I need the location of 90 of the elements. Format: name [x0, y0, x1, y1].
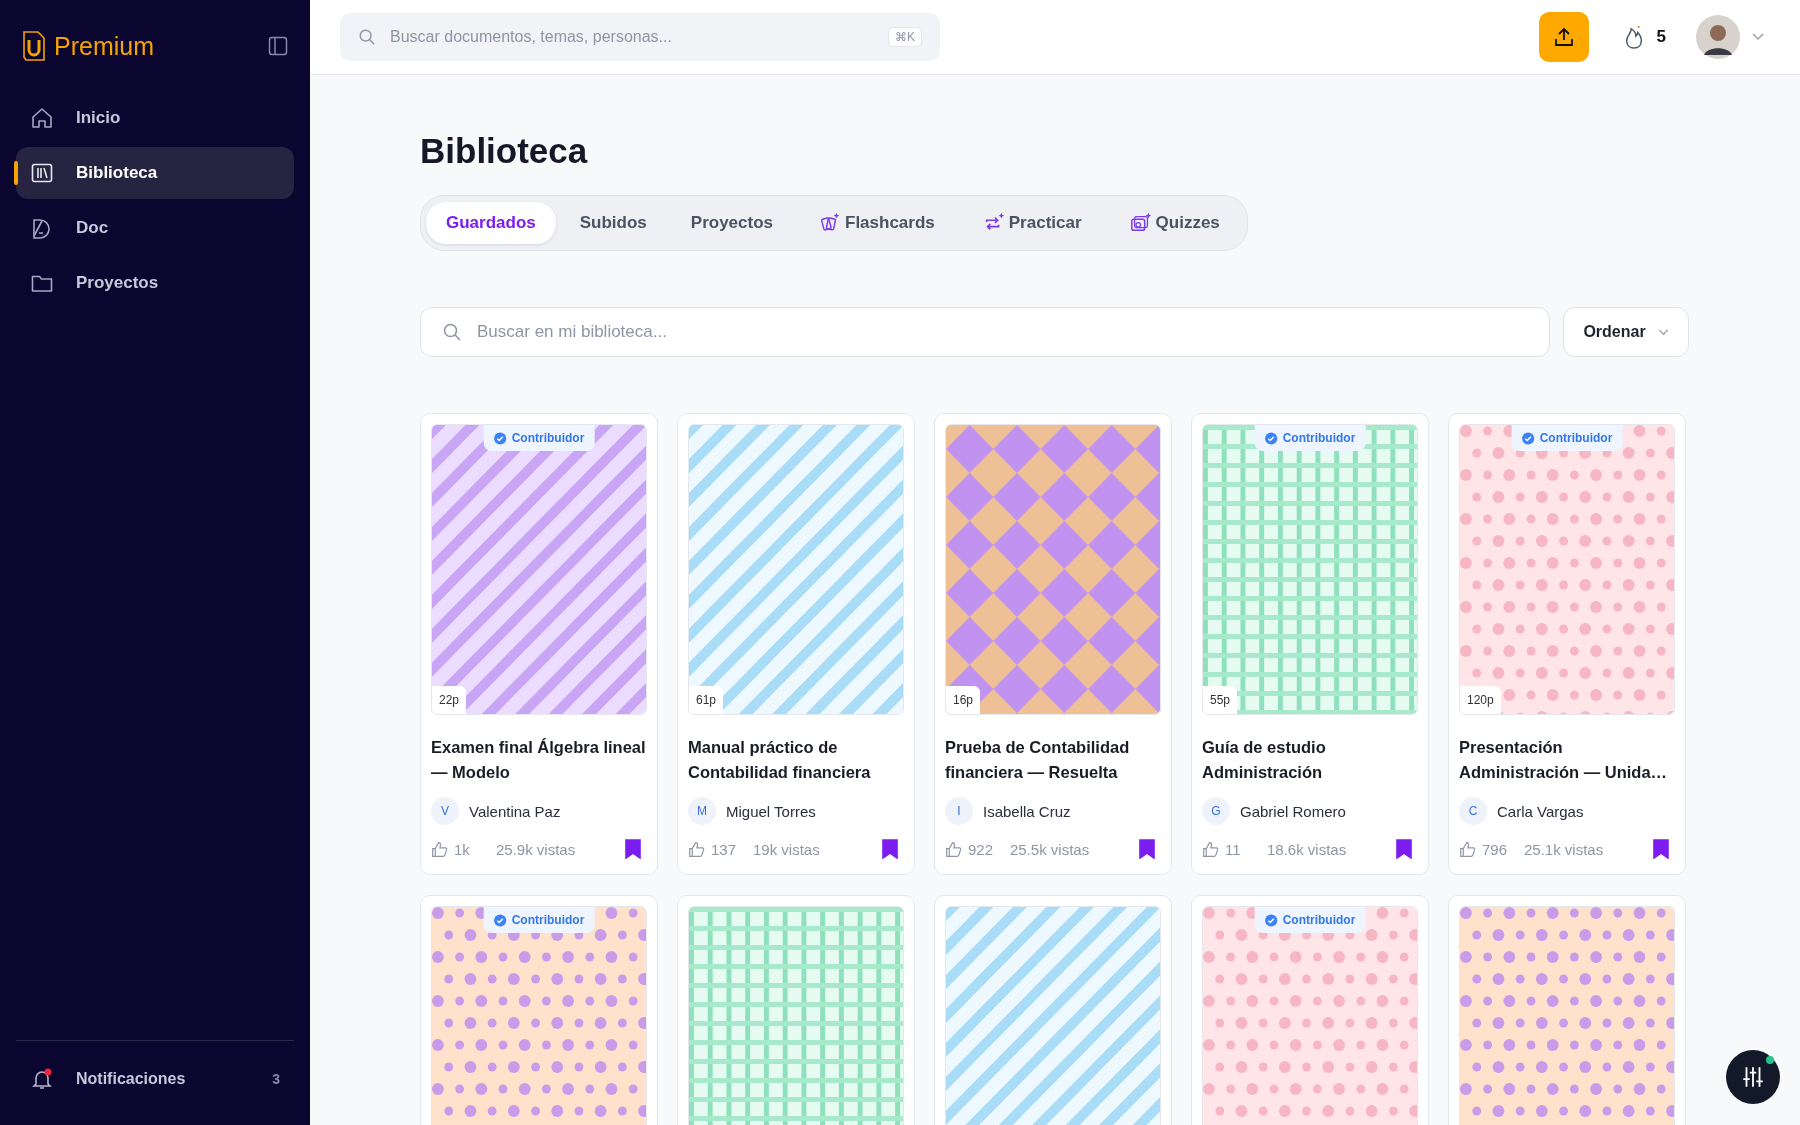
thumbs-up-icon[interactable] [1459, 840, 1476, 858]
verified-icon [1264, 913, 1278, 927]
author-name: Carla Vargas [1497, 802, 1584, 820]
cards-sparkle-icon [819, 212, 841, 234]
view-count: 19k vistas [753, 840, 820, 858]
page-count: 120p [1460, 686, 1501, 714]
sidebar-item[interactable]: Biblioteca [16, 147, 294, 199]
page-count: 16p [946, 686, 981, 714]
chevron-down-icon [1657, 328, 1669, 336]
document-title: Manual práctico de Contabilidad financiera [688, 737, 872, 783]
brand-name: Premium [54, 31, 154, 61]
document-card[interactable]: Contribuidor [420, 895, 658, 1125]
bookmark-icon[interactable] [1653, 839, 1669, 859]
adjustments-button[interactable] [1726, 1050, 1780, 1104]
author-avatar: I [945, 797, 973, 825]
document-title: Guía de estudio Administración [1202, 737, 1327, 783]
bookmark-icon[interactable] [882, 839, 898, 859]
avatar[interactable] [1696, 15, 1740, 59]
author-avatar: G [1202, 797, 1230, 825]
author-avatar: C [1459, 797, 1487, 825]
tab[interactable]: Proyectos [670, 202, 793, 244]
sidebar-item[interactable]: Proyectos [16, 257, 294, 309]
document-title: Presentación Administración — Unida… [1459, 737, 1669, 783]
like-count: 922 [968, 840, 995, 858]
view-count: 25.9k vistas [496, 840, 576, 858]
sort-button[interactable]: Ordenar [1563, 307, 1689, 357]
author-name: Miguel Torres [726, 802, 816, 820]
shortcut-key: ⌘K [888, 27, 922, 47]
bookmark-icon[interactable] [1396, 839, 1412, 859]
page-count: 61p [689, 686, 724, 714]
sliders-icon [1740, 1064, 1766, 1090]
tab[interactable]: Quizzes [1107, 201, 1242, 245]
document-card[interactable]: 16p Prueba de Contabilidad financiera — Resuelta I Isabella Cruz 922 25.5k vistas [934, 413, 1172, 875]
bookmark-icon[interactable] [625, 839, 641, 859]
verified-icon [1521, 431, 1535, 445]
search-icon [442, 322, 462, 342]
verified-icon [493, 431, 507, 445]
page-count: 22p [432, 686, 467, 714]
verified-icon [1264, 431, 1278, 445]
contributor-badge: Contribuidor [1254, 425, 1366, 451]
library-icon [30, 161, 54, 185]
tab[interactable]: Guardados [426, 202, 556, 244]
like-count: 796 [1482, 840, 1509, 858]
streak-count: 5 [1656, 27, 1666, 47]
author-avatar: V [431, 797, 459, 825]
like-count: 11 [1225, 840, 1242, 858]
view-count: 25.1k vistas [1524, 840, 1604, 858]
author-name: Gabriel Romero [1240, 802, 1346, 820]
page-count: 55p [1203, 686, 1238, 714]
thumbs-up-icon[interactable] [1202, 840, 1219, 858]
author-name: Isabella Cruz [983, 802, 1071, 820]
home-icon [30, 106, 54, 130]
status-dot [1766, 1056, 1774, 1064]
search-icon [358, 28, 376, 46]
thumbs-up-icon[interactable] [431, 840, 448, 858]
like-count: 1k [454, 840, 471, 858]
sidebar-item[interactable]: Inicio [16, 92, 294, 144]
upload-button[interactable] [1538, 12, 1589, 62]
like-count: 137 [711, 840, 738, 858]
quiz-sparkle-icon [1129, 212, 1152, 234]
author-avatar: M [688, 797, 716, 825]
library-search-field[interactable]: Buscar en mi biblioteca... [420, 307, 1550, 357]
bookmark-icon[interactable] [1139, 839, 1155, 859]
verified-icon [493, 913, 507, 927]
contributor-badge: Contribuidor [483, 907, 595, 933]
tab[interactable]: Practicar [960, 201, 1104, 245]
tab[interactable]: Flashcards [797, 201, 957, 245]
thumbs-up-icon[interactable] [688, 840, 705, 858]
document-card[interactable]: 61p Manual práctico de Contabilidad financiera M Miguel Torres 137 19k vistas [677, 413, 915, 875]
chevron-down-icon[interactable] [1752, 33, 1764, 41]
contributor-badge: Contribuidor [1511, 425, 1623, 451]
document-card[interactable]: Contribuidor 55p Guía de estudio Administración G Gabriel Romero 11 18.6k vistas [1191, 413, 1429, 875]
sidebar-item[interactable]: Doc [16, 202, 294, 254]
contributor-badge: Contribuidor [483, 425, 595, 451]
notifications-item[interactable]: Notificaciones 3 [16, 1055, 294, 1103]
sidebar-toggle-icon[interactable] [268, 36, 288, 56]
page-title: Biblioteca [420, 131, 589, 171]
view-count: 18.6k vistas [1267, 840, 1347, 858]
tab[interactable]: Subidos [559, 202, 667, 244]
thumbs-up-icon[interactable] [945, 840, 962, 858]
document-card[interactable]: Contribuidor 120p Presentación Administración — Unida… C Carla Vargas 796 25.1k vistas [1448, 413, 1686, 875]
document-card[interactable]: Contribuidor 22p Examen final Álgebra lineal — Modelo V Valentina Paz 1k 25.9k vistas [420, 413, 658, 875]
document-title: Prueba de Contabilidad financiera — Resuelta [945, 737, 1131, 783]
document-title: Examen final Álgebra lineal — Modelo [431, 737, 647, 783]
logo-icon [22, 31, 46, 61]
author-name: Valentina Paz [469, 802, 561, 820]
view-count: 25.5k vistas [1010, 840, 1090, 858]
document-card[interactable]: Contribuidor [1191, 895, 1429, 1125]
bell-icon [30, 1067, 54, 1091]
contributor-badge: Contribuidor [1254, 907, 1366, 933]
